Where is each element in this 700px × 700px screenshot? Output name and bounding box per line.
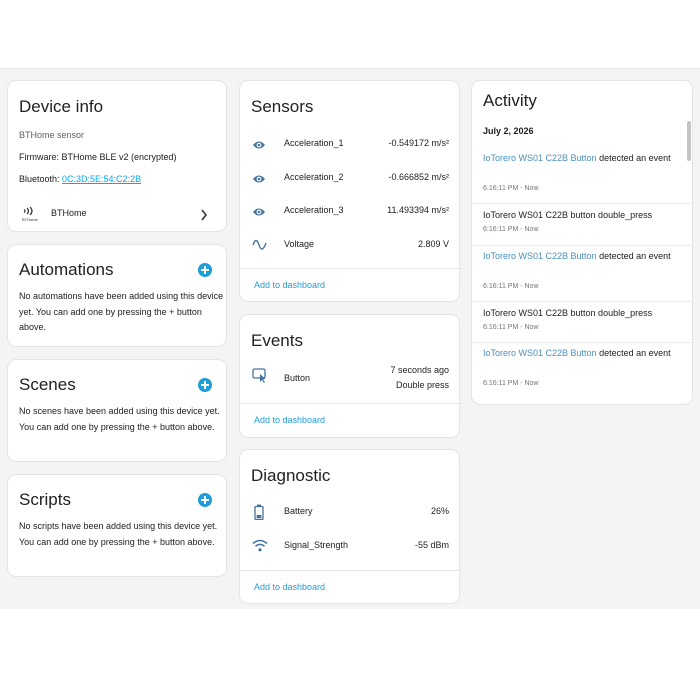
activity-item-text: IoTorero WS01 C22B button double_press xyxy=(483,306,679,322)
activity-date: July 2, 2026 xyxy=(483,126,534,136)
bthome-logo-icon: BTHome xyxy=(21,206,43,222)
sensors-card: Sensors Acceleration_1 -0.549172 m/s² Ac… xyxy=(239,80,461,302)
automations-card: Automations No automations have been add… xyxy=(7,244,227,347)
card-divider xyxy=(240,268,461,269)
wifi-icon xyxy=(252,539,268,552)
activity-entity-link[interactable]: IoTorero WS01 C22B Button xyxy=(483,348,597,358)
sensor-row-voltage[interactable]: Voltage 2.809 V xyxy=(240,234,461,258)
diagnostic-row-signal-strength[interactable]: Signal_Strength -55 dBm xyxy=(240,534,461,558)
bluetooth-address-link[interactable]: 0C:3D:5E:54:C2:2B xyxy=(62,174,141,184)
activity-message: detected an event xyxy=(596,251,671,261)
integration-name: BTHome xyxy=(51,208,87,218)
activity-item[interactable]: IoTorero WS01 C22B Button detected an ev… xyxy=(472,346,686,396)
diagnostic-value: -55 dBm xyxy=(414,540,449,550)
activity-divider xyxy=(472,245,692,246)
activity-time: 6:16:11 PM - Now xyxy=(483,185,539,192)
diagnostic-label: Signal_Strength xyxy=(284,540,349,550)
activity-item-text: IoTorero WS01 C22B Button detected an ev… xyxy=(483,346,679,362)
scenes-card: Scenes No scenes have been added using t… xyxy=(7,359,227,462)
activity-entity-link[interactable]: IoTorero WS01 C22B Button xyxy=(483,153,597,163)
activity-message: detected an event xyxy=(596,153,671,163)
sensor-row-acceleration-1[interactable]: Acceleration_1 -0.549172 m/s² xyxy=(240,133,461,157)
eye-icon xyxy=(252,138,266,150)
events-add-to-dashboard-button[interactable]: Add to dashboard xyxy=(254,415,325,425)
activity-divider xyxy=(472,342,692,343)
diagnostic-title: Diagnostic xyxy=(251,466,331,485)
activity-entity-link[interactable]: IoTorero WS01 C22B Button xyxy=(483,251,597,261)
activity-divider xyxy=(472,301,692,302)
eye-icon xyxy=(252,205,266,217)
scenes-title: Scenes xyxy=(19,375,76,394)
scenes-description: No scenes have been added using this dev… xyxy=(19,406,220,432)
device-info-card: Device info BTHome sensor Firmware: BTHo… xyxy=(7,80,227,232)
scripts-description: No scripts have been added using this de… xyxy=(19,521,218,547)
activity-item-text: IoTorero WS01 C22B Button detected an ev… xyxy=(483,151,679,167)
events-card: Events Button 7 seconds ago Double press… xyxy=(239,314,461,438)
sensor-label: Acceleration_1 xyxy=(284,138,344,148)
activity-card: Activity July 2, 2026 IoTorero WS01 C22B… xyxy=(471,80,693,405)
add-automation-button[interactable] xyxy=(198,263,212,277)
diagnostic-value: 26% xyxy=(430,506,449,516)
activity-message: IoTorero WS01 C22B button double_press xyxy=(483,308,653,318)
activity-scrollbar[interactable] xyxy=(687,121,691,161)
sensor-value: -0.666852 m/s² xyxy=(388,172,449,182)
events-title: Events xyxy=(251,331,303,350)
device-model: BTHome sensor xyxy=(19,130,85,140)
chevron-right-icon xyxy=(200,208,208,221)
sensor-label: Voltage xyxy=(284,239,315,249)
activity-time: 6:16:11 PM - Now xyxy=(483,380,539,387)
event-label: Button xyxy=(284,373,311,383)
bluetooth-text: Bluetooth: 0C:3D:5E:54:C2:2B xyxy=(19,172,141,188)
sensor-label: Acceleration_3 xyxy=(284,205,344,215)
integration-row[interactable]: BTHome BTHome xyxy=(8,197,228,231)
diagnostic-card: Diagnostic Battery 26% Signal_Strength -… xyxy=(239,449,461,604)
sensor-row-acceleration-3[interactable]: Acceleration_3 11.493394 m/s² xyxy=(240,200,461,224)
sensors-title: Sensors xyxy=(251,97,314,116)
add-script-button[interactable] xyxy=(198,493,212,507)
event-row-button[interactable]: Button 7 seconds ago Double press xyxy=(240,361,461,393)
activity-item[interactable]: IoTorero WS01 C22B button double_press 6… xyxy=(472,306,686,342)
event-type: Double press xyxy=(395,380,449,390)
activity-time: 6:16:11 PM - Now xyxy=(483,226,539,233)
activity-time: 6:16:11 PM - Now xyxy=(483,283,539,290)
activity-item[interactable]: IoTorero WS01 C22B Button detected an ev… xyxy=(472,249,686,299)
activity-item[interactable]: IoTorero WS01 C22B button double_press 6… xyxy=(472,208,686,244)
activity-title: Activity xyxy=(483,91,537,110)
automations-title: Automations xyxy=(19,260,114,279)
sensor-label: Acceleration_2 xyxy=(284,172,344,182)
activity-message: detected an event xyxy=(596,348,671,358)
bluetooth-label: Bluetooth: xyxy=(19,174,63,184)
activity-message: IoTorero WS01 C22B button double_press xyxy=(483,210,653,220)
sine-wave-icon xyxy=(252,238,268,252)
sensor-value: -0.549172 m/s² xyxy=(388,138,449,148)
firmware-text: Firmware: BTHome BLE v2 (encrypted) xyxy=(19,152,177,162)
sensors-add-to-dashboard-button[interactable]: Add to dashboard xyxy=(254,280,325,290)
activity-divider xyxy=(472,203,692,204)
sensor-value: 2.809 V xyxy=(417,239,449,249)
event-time: 7 seconds ago xyxy=(390,365,449,375)
button-press-icon xyxy=(252,368,268,384)
scripts-card: Scripts No scripts have been added using… xyxy=(7,474,227,577)
automations-description: No automations have been added using thi… xyxy=(19,291,224,332)
activity-item-text: IoTorero WS01 C22B Button detected an ev… xyxy=(483,249,679,265)
sensor-value: 11.493394 m/s² xyxy=(387,205,449,215)
diagnostic-row-battery[interactable]: Battery 26% xyxy=(240,500,461,524)
activity-time: 6:16:11 PM - Now xyxy=(483,324,539,331)
add-scene-button[interactable] xyxy=(198,378,212,392)
diagnostic-add-to-dashboard-button[interactable]: Add to dashboard xyxy=(254,582,325,592)
scripts-title: Scripts xyxy=(19,490,71,509)
activity-item-text: IoTorero WS01 C22B button double_press xyxy=(483,208,679,224)
card-divider xyxy=(240,403,461,404)
diagnostic-label: Battery xyxy=(284,506,313,516)
battery-icon xyxy=(254,504,264,521)
bthome-logo-text: BTHome xyxy=(22,217,39,222)
eye-icon xyxy=(252,172,266,184)
card-divider xyxy=(240,570,461,571)
sensor-row-acceleration-2[interactable]: Acceleration_2 -0.666852 m/s² xyxy=(240,167,461,191)
activity-item[interactable]: IoTorero WS01 C22B Button detected an ev… xyxy=(472,151,686,201)
device-info-title: Device info xyxy=(19,97,104,116)
